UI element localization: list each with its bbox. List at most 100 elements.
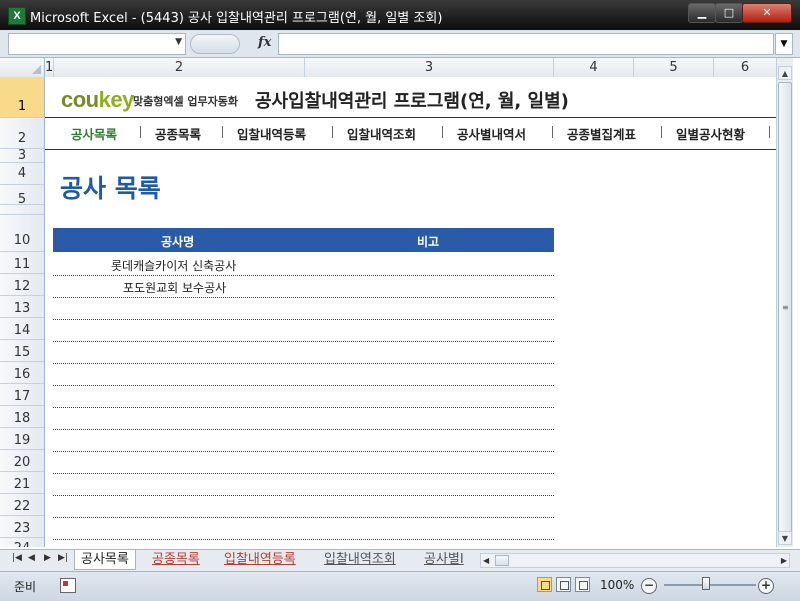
page-break-view-icon[interactable] (575, 577, 590, 592)
table-row[interactable] (53, 319, 554, 342)
table-row[interactable] (53, 495, 554, 518)
column-header[interactable]: 6 (714, 58, 777, 77)
row-header[interactable]: 2 (0, 118, 44, 149)
nav-item-bid-entry[interactable]: 입찰내역등록 (237, 124, 306, 143)
chevron-down-icon[interactable]: ▼ (175, 37, 182, 47)
row-header[interactable]: 23 (0, 516, 44, 538)
nav-item-work-type-list[interactable]: 공종목록 (155, 124, 201, 143)
page-layout-view-icon[interactable] (556, 577, 571, 592)
table-row[interactable] (53, 297, 554, 320)
last-sheet-icon[interactable]: ▶| (58, 553, 68, 563)
horizontal-scroll-thumb[interactable] (495, 555, 509, 566)
row-header[interactable]: 17 (0, 384, 44, 406)
table-row[interactable] (53, 341, 554, 364)
row-header[interactable]: 13 (0, 296, 44, 318)
column-header[interactable]: 3 (305, 58, 554, 77)
sheet-tab-work-type-list[interactable]: 공종목록 (146, 550, 206, 569)
scroll-right-icon[interactable]: ▶ (781, 554, 787, 567)
zoom-slider-track[interactable] (664, 584, 756, 586)
scroll-left-icon[interactable]: ◀ (483, 554, 489, 567)
sheet-tab-project-statement[interactable]: 공사별Ⅰ (418, 550, 470, 569)
nav-item-project-list[interactable]: 공사목록 (71, 124, 117, 143)
nav-separator (442, 126, 443, 138)
sheet-tab-bid-entry[interactable]: 입찰내역등록 (218, 550, 302, 569)
row-header[interactable]: 10 (0, 230, 44, 252)
row-header[interactable]: 12 (0, 274, 44, 296)
column-label-project-name: 공사명 (161, 235, 195, 249)
status-bar: 준비 100% − + (0, 571, 800, 601)
close-button[interactable]: ✕ (742, 3, 792, 23)
nav-item-work-type-summary[interactable]: 공종별집계표 (567, 124, 636, 143)
row-header[interactable]: 5 (0, 185, 44, 207)
row-headers: 1 2 3 4 5 10 11 12 13 14 15 16 17 18 19 … (0, 77, 45, 547)
row-header[interactable]: 19 (0, 428, 44, 450)
insert-function-icon[interactable]: fx (258, 35, 271, 50)
maximize-button[interactable]: □ (715, 3, 743, 23)
zoom-out-icon[interactable]: − (641, 578, 657, 594)
row-header[interactable]: 20 (0, 450, 44, 472)
row-header[interactable]: 22 (0, 494, 44, 516)
prev-sheet-icon[interactable]: ◀ (28, 553, 35, 563)
next-sheet-icon[interactable]: ▶ (44, 553, 51, 563)
column-header[interactable]: 2 (54, 58, 305, 77)
scroll-down-icon[interactable]: ▼ (778, 531, 792, 545)
nav-bar: 공사목록 공종목록 입찰내역등록 입찰내역조회 공사별내역서 공종별집계표 일별… (45, 122, 776, 144)
column-header[interactable]: 1 (45, 58, 54, 77)
worksheet[interactable]: coukey 맞춤형엑셀 업무자동화 공사입찰내역관리 프로그램(연, 월, 일… (45, 77, 776, 547)
hidden-rows-marker[interactable] (0, 205, 44, 215)
coukey-logo: coukey (61, 87, 134, 112)
project-name-cell[interactable]: 포도원교회 보수공사 (123, 279, 226, 296)
first-sheet-icon[interactable]: |◀ (12, 553, 22, 563)
nav-item-bid-query[interactable]: 입찰내역조회 (347, 124, 416, 143)
row-header[interactable]: 1 (0, 77, 44, 118)
row-header[interactable]: 24 (0, 538, 44, 547)
nav-separator (140, 126, 141, 138)
table-row[interactable] (53, 451, 554, 474)
table-row[interactable] (53, 473, 554, 496)
column-header[interactable]: 4 (554, 58, 634, 77)
vertical-scroll-thumb[interactable]: ≡ (778, 82, 792, 534)
row-header[interactable]: 14 (0, 318, 44, 340)
row-header[interactable]: 16 (0, 362, 44, 384)
nav-separator (552, 126, 553, 138)
zoom-level[interactable]: 100% (600, 578, 634, 592)
row-header[interactable]: 11 (0, 252, 44, 274)
table-row[interactable]: 롯데캐슬카이저 신축공사 (53, 253, 554, 276)
nav-separator (661, 126, 662, 138)
zoom-slider-thumb[interactable] (702, 577, 710, 590)
macro-record-icon[interactable] (60, 578, 76, 593)
formula-input[interactable] (278, 33, 774, 55)
title-bar: X Microsoft Excel - (5443) 공사 입찰내역관리 프로그… (0, 0, 800, 30)
column-header[interactable]: 5 (634, 58, 714, 77)
nav-bottom-border (45, 149, 776, 150)
table-row[interactable] (53, 517, 554, 540)
table-row[interactable] (53, 385, 554, 408)
formula-bar-splitter[interactable] (190, 34, 240, 54)
nav-item-project-statement[interactable]: 공사별내역서 (457, 124, 526, 143)
table-row[interactable] (53, 363, 554, 386)
excel-app-icon[interactable]: X (8, 7, 26, 25)
project-name-cell[interactable]: 롯데캐슬카이저 신축공사 (111, 257, 236, 274)
horizontal-scrollbar[interactable]: ◀ ▶ (480, 553, 790, 568)
expand-formula-bar-icon[interactable]: ▼ (775, 33, 793, 55)
row-header[interactable]: 4 (0, 163, 44, 185)
nav-item-daily-status[interactable]: 일별공사현황 (676, 124, 745, 143)
normal-view-icon[interactable] (537, 577, 552, 592)
vertical-scrollbar[interactable]: ▲ ≡ ▼ (776, 58, 793, 547)
formula-bar: ▼ fx ▼ (0, 30, 800, 58)
table-row[interactable] (53, 429, 554, 452)
name-box[interactable]: ▼ (8, 33, 186, 55)
sheet-tab-project-list[interactable]: 공사목록 (74, 550, 136, 570)
row-header[interactable]: 15 (0, 340, 44, 362)
row-header[interactable]: 18 (0, 406, 44, 428)
sheet-tab-bid-query[interactable]: 입찰내역조회 (318, 550, 402, 569)
row-header[interactable]: 21 (0, 472, 44, 494)
row-header[interactable]: 3 (0, 149, 44, 163)
select-all-corner[interactable] (0, 58, 45, 77)
zoom-in-icon[interactable]: + (758, 578, 774, 594)
table-row[interactable]: 포도원교회 보수공사 (53, 275, 554, 298)
app-title: 공사입찰내역관리 프로그램(연, 월, 일별) (255, 91, 569, 112)
table-row[interactable] (53, 407, 554, 430)
scroll-up-icon[interactable]: ▲ (778, 66, 792, 80)
minimize-button[interactable]: ▁ (688, 3, 716, 23)
